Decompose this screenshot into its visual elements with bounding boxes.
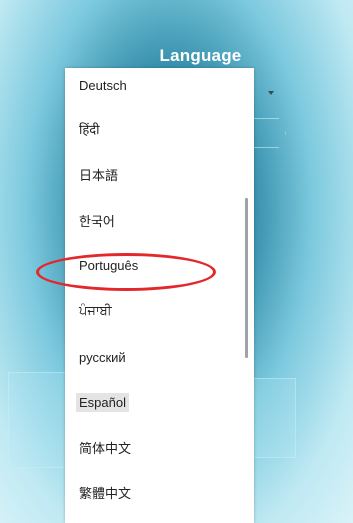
language-option-japanese[interactable]: 日本語 bbox=[65, 161, 245, 187]
language-option-deutsch[interactable]: Deutsch bbox=[65, 72, 245, 98]
language-option-label: 한국어 bbox=[79, 213, 115, 229]
list-scrollbar[interactable] bbox=[245, 198, 248, 358]
language-option-label: 简体中文 bbox=[79, 440, 132, 456]
language-option-korean[interactable]: 한국어 bbox=[65, 207, 245, 233]
overlay-blank-panel bbox=[148, 348, 240, 450]
language-option-hindi[interactable]: हिंदी bbox=[65, 116, 245, 142]
language-option-label: हिंदी bbox=[79, 122, 100, 137]
annotation-ellipse bbox=[36, 253, 216, 291]
language-option-label: Español bbox=[76, 392, 129, 412]
language-option-traditional-chinese[interactable]: 繁體中文 bbox=[65, 479, 245, 505]
language-option-label: Deutsch bbox=[79, 77, 127, 93]
language-title: Language bbox=[159, 46, 242, 65]
language-dropdown-list[interactable]: Deutsch हिंदी 日本語 한국어 Português ਪੰਜਾਬੀ р… bbox=[65, 68, 254, 523]
language-option-label: 繁體中文 bbox=[79, 485, 132, 501]
language-option-punjabi[interactable]: ਪੰਜਾਬੀ bbox=[65, 298, 245, 324]
background-panel-left bbox=[8, 372, 70, 468]
dropdown-caret-icon[interactable] bbox=[268, 91, 274, 95]
language-option-label: ਪੰਜਾਬੀ bbox=[79, 303, 112, 318]
language-option-label: русский bbox=[79, 349, 126, 365]
background-hex-shape bbox=[250, 118, 286, 148]
language-option-label: 日本語 bbox=[79, 167, 119, 183]
